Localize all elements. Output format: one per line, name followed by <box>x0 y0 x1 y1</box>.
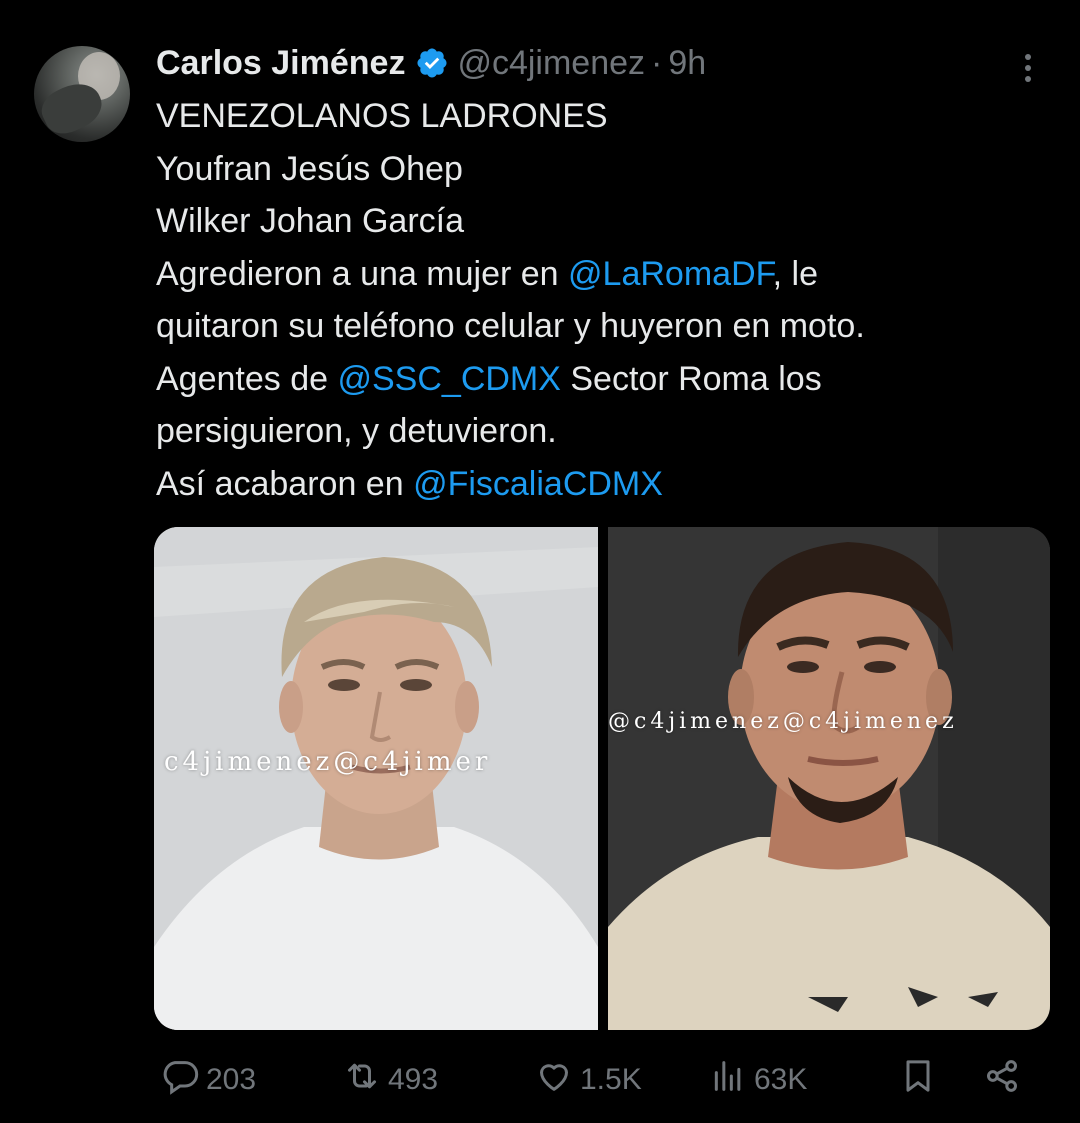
tweet-line: Youfran Jesús Ohep <box>156 143 1056 196</box>
tweet-text: VENEZOLANOS LADRONES Youfran Jesús Ohep Wi… <box>156 90 1056 510</box>
bookmark-icon <box>898 1056 938 1104</box>
tweet-line: Agredieron a una mujer en @LaRomaDF, le <box>156 248 1056 301</box>
more-dot <box>1025 76 1031 82</box>
suspect-photo-left <box>154 527 598 1030</box>
tweet-text-segment: Agredieron a una mujer en <box>156 254 569 293</box>
views-button[interactable]: 63K <box>708 1058 807 1102</box>
views-count: 63K <box>754 1063 808 1096</box>
more-dot <box>1025 65 1031 71</box>
tweet-text-segment: , le <box>772 254 818 293</box>
watermark-right: @c4jimenez@c4jimenez <box>608 709 958 734</box>
tweet-time[interactable]: 9h <box>668 44 706 83</box>
suspect-photo-right <box>608 527 1050 1030</box>
tweet-text-segment: persiguieron, y detuvieron. <box>156 412 557 450</box>
author-handle[interactable]: @c4jimenez <box>457 44 645 83</box>
tweet-line: Agentes de @SSC_CDMX Sector Roma los <box>156 353 1056 406</box>
author-name[interactable]: Carlos Jiménez <box>156 44 405 83</box>
share-button[interactable] <box>982 1058 1022 1102</box>
media-photo-right[interactable]: @c4jimenez@c4jimenez <box>608 527 1050 1030</box>
like-icon <box>534 1056 574 1104</box>
views-icon <box>708 1056 748 1104</box>
mention-link[interactable]: @LaRomaDF <box>568 255 773 293</box>
media-photo-left[interactable]: c4jimenez@c4jimer <box>154 527 598 1030</box>
bookmark-button[interactable] <box>898 1058 938 1102</box>
tweet-line: VENEZOLANOS LADRONES <box>156 90 1056 143</box>
tweet-text-segment: Sector Roma los <box>560 359 822 398</box>
repost-count: 493 <box>388 1063 439 1096</box>
repost-icon <box>342 1056 382 1104</box>
more-dot <box>1025 54 1031 60</box>
reply-button[interactable]: 203 <box>160 1058 256 1102</box>
avatar[interactable] <box>34 46 130 142</box>
mention-link[interactable]: @SSC_CDMX <box>337 360 560 398</box>
tweet-text-segment: Así acabaron en <box>156 464 414 503</box>
tweet-text-segment: quitaron su teléfono celular y huyeron e… <box>156 307 865 345</box>
reply-icon <box>160 1056 200 1104</box>
watermark-left: c4jimenez@c4jimer <box>164 747 492 777</box>
tweet-text-segment: Agentes de <box>156 359 338 398</box>
tweet-text-segment: Wilker Johan García <box>156 202 464 240</box>
tweet-header: Carlos Jiménez @c4jimenez · 9h <box>156 38 706 88</box>
tweet-text-segment: Youfran Jesús Ohep <box>156 149 463 188</box>
repost-button[interactable]: 493 <box>342 1058 438 1102</box>
like-count: 1.5K <box>580 1063 642 1096</box>
header-separator: · <box>651 43 663 82</box>
verified-badge-icon[interactable] <box>415 46 449 80</box>
tweet-line: quitaron su teléfono celular y huyeron e… <box>156 300 1056 353</box>
tweet-line: Así acabaron en @FiscaliaCDMX <box>156 458 1056 511</box>
tweet-line: Wilker Johan García <box>156 195 1056 248</box>
more-icon[interactable] <box>1016 46 1040 90</box>
tweet-media[interactable]: c4jimenez@c4jimer @c4jimenez@c4jimenez <box>154 527 1050 1030</box>
share-icon <box>982 1056 1022 1104</box>
tweet[interactable]: Carlos Jiménez @c4jimenez · 9h VENEZOLAN… <box>0 0 1080 1123</box>
tweet-actions: 203 493 1.5K 63K <box>160 1058 1040 1102</box>
reply-count: 203 <box>206 1063 257 1096</box>
mention-link[interactable]: @FiscaliaCDMX <box>413 465 663 503</box>
tweet-line: persiguieron, y detuvieron. <box>156 405 1056 458</box>
tweet-text-segment: VENEZOLANOS LADRONES <box>156 97 608 135</box>
like-button[interactable]: 1.5K <box>534 1058 642 1102</box>
